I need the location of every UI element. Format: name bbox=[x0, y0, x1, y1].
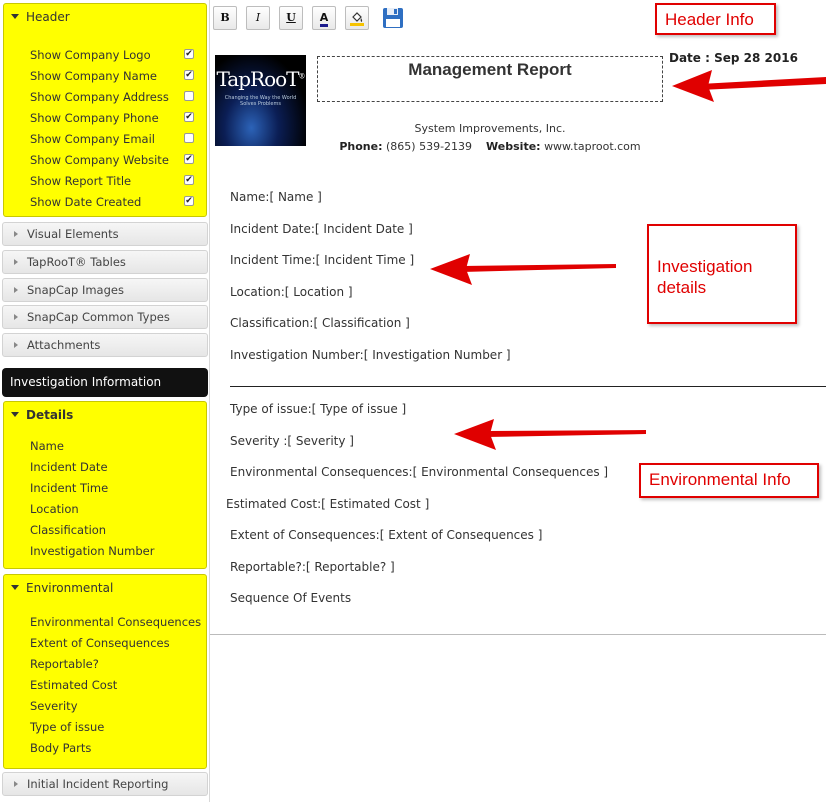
header-panel-toggle[interactable]: Header bbox=[11, 10, 70, 24]
field-environmental-consequences[interactable]: Environmental Consequences bbox=[30, 613, 201, 631]
field-reportable[interactable]: Reportable? bbox=[30, 655, 99, 673]
investigation-information-header[interactable]: Investigation Information bbox=[2, 368, 208, 397]
field-location[interactable]: Location bbox=[30, 500, 79, 518]
option-show-company-name[interactable]: Show Company Name ✔ bbox=[30, 67, 200, 85]
checkbox-show-company-logo[interactable]: ✔ bbox=[184, 49, 194, 59]
caret-right-icon bbox=[14, 342, 18, 348]
report-line-name[interactable]: Name:[ Name ] bbox=[230, 190, 322, 204]
checkbox-show-company-address[interactable] bbox=[184, 91, 194, 101]
report-line-location[interactable]: Location:[ Location ] bbox=[230, 285, 353, 299]
company-phone: (865) 539-2139 bbox=[386, 140, 473, 153]
section-taproot-tables[interactable]: TapRooT® Tables bbox=[2, 250, 208, 274]
report-title: Management Report bbox=[408, 60, 572, 79]
field-body-parts[interactable]: Body Parts bbox=[30, 739, 91, 757]
caret-right-icon bbox=[14, 287, 18, 293]
caret-down-icon bbox=[11, 585, 19, 590]
callout-header-info: Header Info bbox=[655, 3, 776, 35]
report-editor: B I U A TapRooT® Changing the Way the Wo… bbox=[209, 0, 826, 802]
checkbox-show-date-created[interactable]: ✔ bbox=[184, 196, 194, 206]
environmental-panel-toggle[interactable]: Environmental bbox=[11, 581, 113, 595]
underline-button[interactable]: U bbox=[279, 6, 303, 30]
report-line-sequence-of-events[interactable]: Sequence Of Events bbox=[230, 591, 351, 605]
fill-color-button[interactable] bbox=[345, 6, 369, 30]
report-line-estimated-cost[interactable]: Estimated Cost:[ Estimated Cost ] bbox=[226, 497, 429, 511]
font-color-icon: A bbox=[319, 12, 329, 27]
section-initial-incident-reporting[interactable]: Initial Incident Reporting bbox=[2, 772, 208, 796]
left-sidebar: Header Show Company Logo ✔ Show Company N… bbox=[0, 0, 210, 802]
report-line-incident-date[interactable]: Incident Date:[ Incident Date ] bbox=[230, 222, 413, 236]
details-panel: Details Name Incident Date Incident Time… bbox=[3, 401, 207, 569]
font-color-button[interactable]: A bbox=[312, 6, 336, 30]
section-visual-elements[interactable]: Visual Elements bbox=[2, 222, 208, 246]
option-show-company-phone[interactable]: Show Company Phone ✔ bbox=[30, 109, 200, 127]
field-investigation-number[interactable]: Investigation Number bbox=[30, 542, 154, 560]
report-line-classification[interactable]: Classification:[ Classification ] bbox=[230, 316, 410, 330]
section-snapcap-common-types[interactable]: SnapCap Common Types bbox=[2, 305, 208, 329]
details-panel-toggle[interactable]: Details bbox=[11, 408, 73, 422]
report-line-investigation-number[interactable]: Investigation Number:[ Investigation Num… bbox=[230, 348, 511, 362]
field-severity[interactable]: Severity bbox=[30, 697, 78, 715]
callout-environmental-info: Environmental Info bbox=[639, 463, 819, 498]
company-contact: Phone: (865) 539-2139 Website: www.tapro… bbox=[339, 140, 641, 153]
field-estimated-cost[interactable]: Estimated Cost bbox=[30, 676, 117, 694]
section-attachments[interactable]: Attachments bbox=[2, 333, 208, 357]
option-show-company-address[interactable]: Show Company Address bbox=[30, 88, 200, 106]
caret-right-icon bbox=[14, 781, 18, 787]
header-options-panel: Header Show Company Logo ✔ Show Company N… bbox=[3, 3, 207, 217]
caret-right-icon bbox=[14, 259, 18, 265]
italic-button[interactable]: I bbox=[246, 6, 270, 30]
caret-right-icon bbox=[14, 314, 18, 320]
company-name: System Improvements, Inc. bbox=[414, 122, 566, 135]
bold-button[interactable]: B bbox=[213, 6, 237, 30]
section-divider bbox=[230, 386, 826, 387]
date-created: Date : Sep 28 2016 bbox=[669, 51, 798, 65]
report-line-reportable[interactable]: Reportable?:[ Reportable? ] bbox=[230, 560, 395, 574]
option-show-company-website[interactable]: Show Company Website ✔ bbox=[30, 151, 200, 169]
save-button[interactable] bbox=[382, 7, 404, 29]
caret-right-icon bbox=[14, 231, 18, 237]
caret-down-icon bbox=[11, 14, 19, 19]
section-snapcap-images[interactable]: SnapCap Images bbox=[2, 278, 208, 302]
caret-down-icon bbox=[11, 412, 19, 417]
field-incident-date[interactable]: Incident Date bbox=[30, 458, 108, 476]
option-show-date-created[interactable]: Show Date Created ✔ bbox=[30, 193, 200, 211]
option-show-company-email[interactable]: Show Company Email bbox=[30, 130, 200, 148]
field-type-of-issue[interactable]: Type of issue bbox=[30, 718, 104, 736]
callout-investigation-details: Investigation details bbox=[647, 224, 797, 324]
company-website: www.taproot.com bbox=[544, 140, 641, 153]
save-disk-icon bbox=[383, 8, 403, 28]
field-incident-time[interactable]: Incident Time bbox=[30, 479, 108, 497]
paint-bucket-icon bbox=[350, 12, 364, 26]
option-show-report-title[interactable]: Show Report Title ✔ bbox=[30, 172, 200, 190]
checkbox-show-company-name[interactable]: ✔ bbox=[184, 70, 194, 80]
report-line-incident-time[interactable]: Incident Time:[ Incident Time ] bbox=[230, 253, 414, 267]
field-name[interactable]: Name bbox=[30, 437, 64, 455]
checkbox-show-report-title[interactable]: ✔ bbox=[184, 175, 194, 185]
environmental-panel: Environmental Environmental Consequences… bbox=[3, 574, 207, 769]
report-line-severity[interactable]: Severity :[ Severity ] bbox=[230, 434, 354, 448]
checkbox-show-company-phone[interactable]: ✔ bbox=[184, 112, 194, 122]
field-extent-of-consequences[interactable]: Extent of Consequences bbox=[30, 634, 170, 652]
report-title-box[interactable]: Management Report bbox=[317, 56, 663, 102]
checkbox-show-company-email[interactable] bbox=[184, 133, 194, 143]
report-line-extent-of-consequences[interactable]: Extent of Consequences:[ Extent of Conse… bbox=[230, 528, 542, 542]
report-line-type-of-issue[interactable]: Type of issue:[ Type of issue ] bbox=[230, 402, 406, 416]
report-line-environmental-consequences[interactable]: Environmental Consequences:[ Environment… bbox=[230, 465, 608, 479]
field-classification[interactable]: Classification bbox=[30, 521, 106, 539]
checkbox-show-company-website[interactable]: ✔ bbox=[184, 154, 194, 164]
option-show-company-logo[interactable]: Show Company Logo ✔ bbox=[30, 46, 200, 64]
